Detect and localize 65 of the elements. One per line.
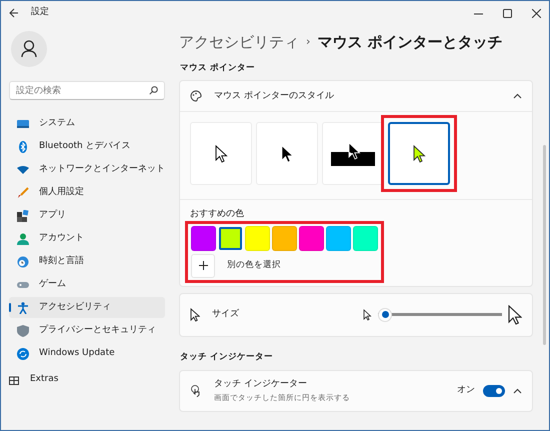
color-swatch[interactable] bbox=[245, 226, 270, 251]
section-label: マウス ポインター bbox=[180, 62, 256, 74]
sidebar-item[interactable]: ネットワークとインターネット bbox=[9, 159, 165, 180]
toggle-switch[interactable] bbox=[483, 384, 505, 396]
custom-pointer-icon bbox=[412, 144, 426, 163]
color-swatch[interactable] bbox=[353, 226, 378, 251]
brush-icon bbox=[17, 186, 29, 198]
sidebar-item[interactable]: 時刻と言語 bbox=[9, 251, 165, 272]
setting-label: サイズ bbox=[212, 308, 239, 321]
bluetooth-icon bbox=[17, 140, 29, 152]
sidebar-item[interactable]: アカウント bbox=[9, 228, 165, 249]
color-swatch[interactable] bbox=[326, 226, 351, 251]
close-icon[interactable] bbox=[532, 8, 541, 18]
add-color-button[interactable] bbox=[191, 254, 215, 278]
section-label: おすすめの色 bbox=[190, 208, 245, 222]
maximize-icon[interactable] bbox=[503, 8, 512, 18]
toggle-label: オン bbox=[457, 384, 475, 397]
sidebar-item[interactable]: プライバシーとセキュリティ bbox=[9, 320, 165, 341]
pointer-icon bbox=[214, 144, 228, 163]
back-arrow-icon[interactable] bbox=[9, 8, 19, 18]
color-swatch[interactable] bbox=[191, 226, 216, 251]
card-title: マウス ポインターのスタイル bbox=[214, 90, 334, 102]
sidebar-item[interactable]: Windows Update bbox=[9, 343, 165, 364]
sidebar-item[interactable]: Bluetooth とデバイス bbox=[9, 136, 165, 157]
window-title: 設定 bbox=[31, 6, 49, 20]
small-pointer-icon bbox=[363, 308, 372, 321]
sidebar-item[interactable]: 個人用設定 bbox=[9, 182, 165, 203]
apps-icon bbox=[17, 210, 29, 222]
grid-icon bbox=[9, 374, 20, 385]
search-field[interactable]: 設定の検索 bbox=[16, 83, 149, 98]
person-icon bbox=[21, 40, 37, 58]
section-label: タッチ インジケーター bbox=[180, 350, 274, 364]
touch-icon bbox=[190, 384, 202, 397]
custom-color-label[interactable]: 別の色を選択 bbox=[227, 259, 281, 272]
chevron-icon[interactable] bbox=[513, 388, 522, 394]
account-icon bbox=[17, 232, 29, 244]
accessibility-icon bbox=[17, 302, 29, 314]
scrollbar[interactable] bbox=[543, 145, 546, 345]
large-pointer-icon bbox=[508, 304, 522, 325]
chevron-icon[interactable] bbox=[513, 93, 522, 100]
color-swatch[interactable] bbox=[272, 226, 297, 251]
network-icon bbox=[17, 164, 29, 176]
page-title: マウス ポインターとタッチ bbox=[317, 32, 503, 53]
color-swatch[interactable] bbox=[299, 226, 324, 251]
inverted-pointer-icon bbox=[331, 142, 375, 166]
setting-label: タッチ インジケーター bbox=[214, 378, 308, 392]
time-icon bbox=[17, 256, 29, 268]
sidebar-item[interactable]: システム bbox=[9, 113, 165, 134]
update-icon bbox=[17, 348, 29, 360]
palette-icon bbox=[190, 90, 202, 102]
slider-thumb[interactable] bbox=[378, 308, 392, 322]
pointer-icon bbox=[280, 144, 294, 163]
pointer-icon bbox=[190, 308, 200, 322]
sidebar-item[interactable]: アプリ bbox=[9, 205, 165, 226]
plus-icon bbox=[198, 261, 208, 270]
search-icon[interactable] bbox=[149, 86, 158, 95]
search-box[interactable]: 設定の検索 bbox=[9, 81, 165, 100]
system-icon bbox=[17, 118, 29, 130]
sidebar-item[interactable]: ゲーム bbox=[9, 274, 165, 295]
breadcrumb-separator: › bbox=[306, 34, 310, 50]
sidebar-item[interactable]: Extras bbox=[9, 369, 165, 390]
pointer-style-option[interactable] bbox=[388, 122, 450, 186]
shield-icon bbox=[17, 324, 29, 336]
sidebar-item[interactable]: アクセシビリティ bbox=[9, 297, 165, 318]
breadcrumb-link[interactable]: アクセシビリティ bbox=[179, 31, 299, 54]
